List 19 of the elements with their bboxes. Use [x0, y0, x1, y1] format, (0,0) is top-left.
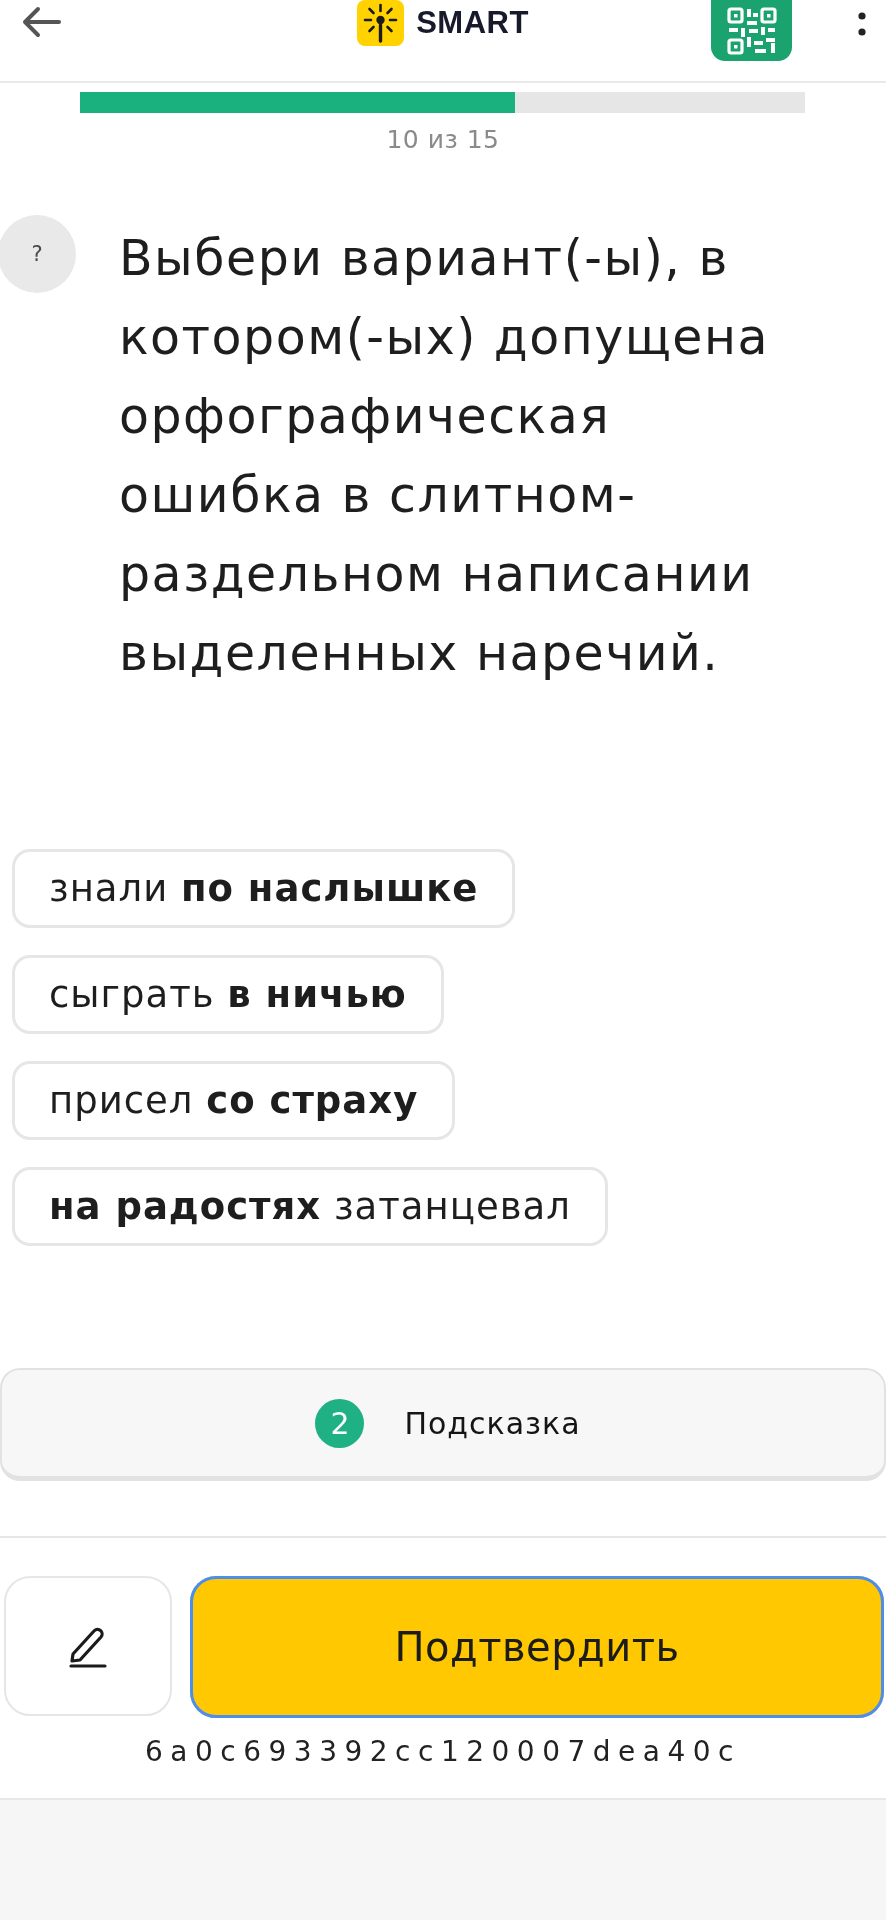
hint-count-badge: 2 [315, 1398, 365, 1448]
back-button[interactable] [22, 6, 62, 38]
logo-icon [357, 0, 405, 46]
hint-button[interactable]: 2 Подсказка [0, 1368, 886, 1481]
progress-label: 10 из 15 [385, 125, 501, 155]
answer-option[interactable]: на радостях затанцевал [12, 1167, 608, 1246]
qr-code-icon [726, 6, 777, 55]
confirm-button[interactable]: Подтвердить [190, 1576, 884, 1718]
question-text: Выбери вариант(-ы), в котором(-ых) допущена орфографическая ошибка в слитном-раздельном написании выделенных наречий. [119, 229, 771, 684]
more-menu-button[interactable] [858, 12, 866, 36]
answer-option[interactable]: знали по наслышке [12, 849, 516, 928]
more-icon [858, 12, 866, 36]
answer-option[interactable]: присел со страху [12, 1061, 456, 1140]
answer-option[interactable]: сыграть в ничью [12, 955, 444, 1034]
attempt-id: 6a0c693392cc120007dea40c [144, 1734, 742, 1770]
help-button[interactable]: ? [0, 215, 76, 293]
logo-text: SMART [416, 5, 529, 41]
qr-code-button[interactable] [711, 0, 792, 61]
back-arrow-icon [22, 6, 62, 38]
